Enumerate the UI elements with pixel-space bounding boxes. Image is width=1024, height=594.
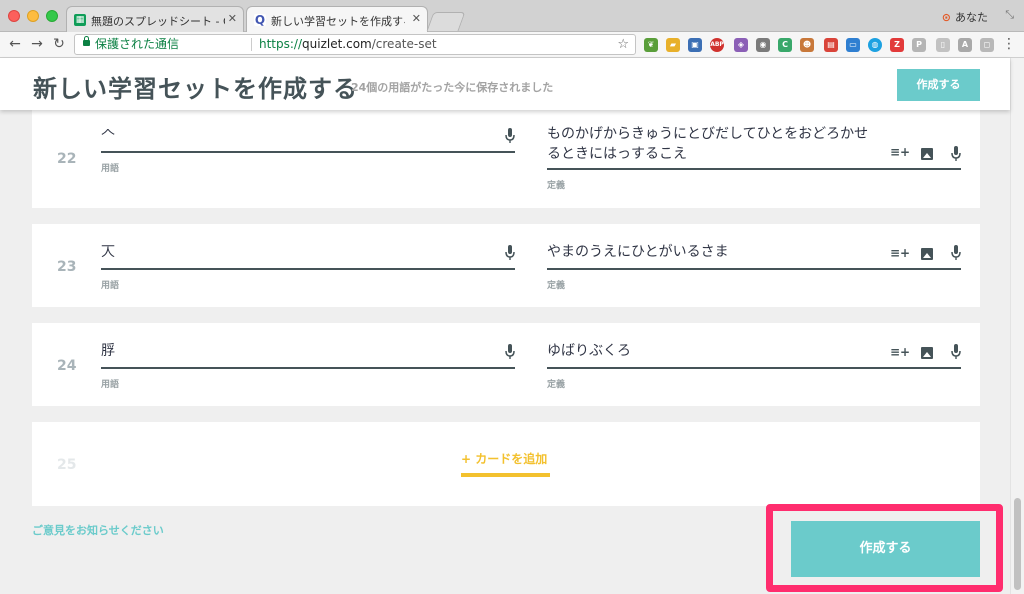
term-input[interactable]: 脬	[101, 341, 481, 361]
address-bar[interactable]: 保護された通信 https://quizlet.com/create-set ☆	[74, 34, 636, 55]
profile-name: あなた	[955, 11, 988, 24]
create-button-top[interactable]: 作成する	[897, 69, 980, 101]
microphone-icon[interactable]	[951, 146, 961, 162]
camera-icon[interactable]: ◉	[756, 38, 770, 52]
term-card: 22 𠆢 用語 ものかげからきゅうにとびだしてひとをおどろかせるときにはっするこ…	[32, 110, 980, 208]
microphone-icon[interactable]	[505, 245, 515, 261]
page-title: 新しい学習セットを作成する	[33, 75, 358, 103]
lock-icon	[83, 36, 90, 46]
term-underline	[101, 151, 515, 153]
reload-icon[interactable]: ↻	[50, 36, 68, 52]
microphone-icon[interactable]	[951, 245, 961, 261]
term-underline	[101, 268, 515, 270]
omnibox-divider	[251, 38, 252, 51]
add-list-icon[interactable]: ≡+	[890, 345, 910, 359]
definition-input[interactable]: ものかげからきゅうにとびだしてひとをおどろかせるときにはっするこえ	[547, 124, 875, 164]
extension-doc-icon[interactable]: ▯	[936, 38, 950, 52]
tab-close-icon[interactable]: ✕	[228, 12, 237, 25]
image-icon[interactable]	[921, 148, 933, 160]
page-scrollbar[interactable]	[1010, 58, 1024, 594]
term-underline	[101, 367, 515, 369]
window-zoom-button[interactable]	[46, 10, 58, 22]
secure-label: 保護された通信	[95, 37, 180, 51]
definition-underline	[547, 168, 961, 170]
definition-input[interactable]: やまのうえにひとがいるさま	[547, 242, 875, 262]
microphone-icon[interactable]	[505, 344, 515, 360]
extension-calendar-icon[interactable]: ▤	[824, 38, 838, 52]
term-label: 用語	[101, 380, 120, 390]
extension-screen-icon[interactable]: ▭	[846, 38, 860, 52]
image-icon[interactable]	[921, 248, 933, 260]
extension-note-icon[interactable]: ◈	[734, 38, 748, 52]
definition-label: 定義	[547, 181, 566, 191]
extension-folder-icon[interactable]: ▰	[666, 38, 680, 52]
tab-title: 新しい学習セットを作成する | Q	[271, 15, 405, 28]
quizlet-icon: Q	[254, 13, 266, 27]
extension-box-icon[interactable]: ◻	[980, 38, 994, 52]
card-number: 22	[57, 151, 77, 167]
add-list-icon[interactable]: ≡+	[890, 145, 910, 159]
definition-label: 定義	[547, 380, 566, 390]
definition-underline	[547, 268, 961, 270]
url-protocol: https://	[259, 37, 303, 51]
microphone-icon[interactable]	[505, 128, 515, 144]
add-card-row[interactable]: 25 + カードを追加	[32, 422, 980, 506]
bookmark-star-icon[interactable]: ☆	[617, 35, 629, 54]
card-number: 25	[57, 457, 77, 473]
term-card: 23 𠆣 用語 やまのうえにひとがいるさま ≡+ 定義	[32, 224, 980, 307]
browser-toolbar: ← → ↻ 保護された通信 https://quizlet.com/create…	[0, 32, 1024, 58]
browser-tab-bar: ▦ 無題のスプレッドシート - Goo ✕ Q 新しい学習セットを作成する | …	[0, 0, 1024, 33]
page-header: 新しい学習セットを作成する 24個の用語がたった今に保存されました 作成する	[0, 58, 1010, 110]
extension-ae-icon[interactable]: A	[958, 38, 972, 52]
profile-icon: ⊙	[941, 11, 951, 24]
term-label: 用語	[101, 281, 120, 291]
forward-arrow-icon[interactable]: →	[28, 36, 46, 52]
card-number: 23	[57, 259, 77, 275]
save-status: 24個の用語がたった今に保存されました	[351, 81, 554, 94]
url-path: /create-set	[371, 37, 437, 51]
new-tab-button[interactable]	[426, 12, 466, 31]
scroll-thumb[interactable]	[1014, 498, 1021, 590]
create-button-bottom[interactable]: 作成する	[791, 521, 980, 577]
image-icon[interactable]	[921, 347, 933, 359]
extension-frame-icon[interactable]: ▣	[688, 38, 702, 52]
google-sheets-icon: ▦	[74, 14, 86, 26]
microphone-icon[interactable]	[951, 344, 961, 360]
definition-input[interactable]: ゆばりぶくろ	[547, 341, 875, 361]
extension-face-icon[interactable]: ☻	[800, 38, 814, 52]
term-label: 用語	[101, 164, 120, 174]
chrome-menu-icon[interactable]: ⋮	[1002, 36, 1016, 52]
tab-title: 無題のスプレッドシート - Goo	[91, 15, 225, 28]
extension-p-icon[interactable]: P	[912, 38, 926, 52]
fullscreen-icon[interactable]: ⤡	[1005, 8, 1014, 22]
tab-close-icon[interactable]: ✕	[412, 12, 421, 25]
window-close-button[interactable]	[8, 10, 20, 22]
adblock-plus-icon[interactable]: ABP	[710, 38, 724, 52]
tab-quizlet[interactable]: Q 新しい学習セットを作成する | Q ✕	[246, 6, 428, 33]
extension-z-icon[interactable]: Z	[890, 38, 904, 52]
add-card-underline	[461, 473, 550, 477]
url-text: https://quizlet.com/create-set	[259, 35, 437, 54]
extension-c-icon[interactable]: C	[778, 38, 792, 52]
tab-spreadsheet[interactable]: ▦ 無題のスプレッドシート - Goo ✕	[66, 6, 244, 32]
profile-button[interactable]: ⊙ あなた	[942, 9, 988, 25]
term-card: 24 脬 用語 ゆばりぶくろ ≡+ 定義	[32, 323, 980, 406]
card-number: 24	[57, 358, 77, 374]
add-list-icon[interactable]: ≡+	[890, 246, 910, 260]
term-input[interactable]: 𠆣	[101, 242, 481, 262]
add-card-button[interactable]: + カードを追加	[461, 450, 547, 467]
feedback-link[interactable]: ご意見をお知らせください	[32, 522, 164, 538]
definition-label: 定義	[547, 281, 566, 291]
window-minimize-button[interactable]	[27, 10, 39, 22]
back-arrow-icon[interactable]: ←	[6, 36, 24, 52]
definition-underline	[547, 367, 961, 369]
extension-globe-icon[interactable]: ◍	[868, 38, 882, 52]
extension-leaf-icon[interactable]: ❦	[644, 38, 658, 52]
url-host: quizlet.com	[302, 37, 372, 51]
term-input[interactable]: 𠆢	[101, 124, 481, 144]
